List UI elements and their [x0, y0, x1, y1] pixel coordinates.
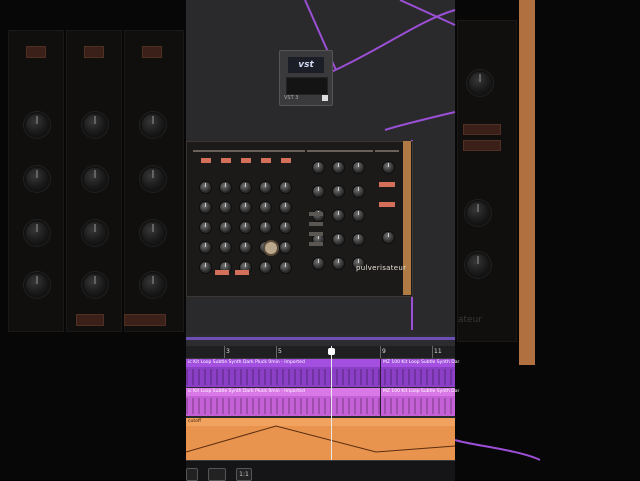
master-section: [375, 150, 399, 152]
sync-button[interactable]: [215, 270, 229, 275]
wave-selector[interactable]: [309, 232, 323, 236]
timeline-ruler[interactable]: 3 5 9 11: [186, 346, 455, 359]
wave-selector[interactable]: [309, 242, 323, 246]
osc-button[interactable]: [201, 158, 211, 163]
osc-knob[interactable]: [200, 262, 211, 273]
mod-knob[interactable]: [353, 162, 364, 173]
osc-button[interactable]: [281, 158, 291, 163]
osc-knob[interactable]: [220, 182, 231, 193]
vst-module[interactable]: vst VST 3: [279, 50, 333, 106]
osc-knob[interactable]: [280, 262, 291, 273]
timeline-footer: [186, 460, 455, 481]
osc-knob[interactable]: [200, 182, 211, 193]
osc-knob[interactable]: [240, 242, 251, 253]
mod-knob[interactable]: [333, 210, 344, 221]
playhead[interactable]: [331, 346, 332, 466]
footer-button[interactable]: [208, 468, 226, 481]
osc-knob[interactable]: [200, 202, 211, 213]
osc-knob[interactable]: [240, 202, 251, 213]
vst-power-icon[interactable]: [322, 95, 328, 101]
mod-knob[interactable]: [333, 186, 344, 197]
playhead-handle[interactable]: [328, 348, 335, 355]
mod-knob[interactable]: [313, 186, 324, 197]
osc-button[interactable]: [241, 158, 251, 163]
mod-knob[interactable]: [333, 162, 344, 173]
osc-knob[interactable]: [200, 242, 211, 253]
mod-knob[interactable]: [333, 234, 344, 245]
clip-pink-loop[interactable]: ic Kit Loop Subtle Synth Dark Pluck 0min…: [186, 388, 459, 416]
overview-selection[interactable]: [186, 337, 455, 340]
clip-label: ic Kit Loop Subtle Synth Dark Pluck 0min…: [188, 389, 305, 394]
bar-number: 5: [278, 348, 282, 355]
selector-knob[interactable]: [265, 242, 277, 254]
osc-knob[interactable]: [260, 202, 271, 213]
footer-button[interactable]: [186, 468, 198, 481]
modulation-section: [307, 150, 373, 152]
osc-knob[interactable]: [280, 242, 291, 253]
mod-knob[interactable]: [353, 210, 364, 221]
clip-label: ic Kit Loop Subtle Synth Dark Pluck 0min…: [188, 360, 305, 365]
synth-brand: pulverisateur: [356, 264, 407, 272]
bar-number: 9: [382, 348, 386, 355]
osc-knob[interactable]: [260, 182, 271, 193]
osc-knob[interactable]: [280, 222, 291, 233]
wave-selector[interactable]: [309, 222, 323, 226]
mod-knob[interactable]: [313, 258, 324, 269]
sync-button[interactable]: [235, 270, 249, 275]
vst-logo: vst: [288, 57, 324, 73]
osc-knob[interactable]: [280, 182, 291, 193]
zoom-button[interactable]: 1:1: [236, 468, 252, 481]
osc-knob[interactable]: [220, 222, 231, 233]
mod-knob[interactable]: [353, 234, 364, 245]
wave-selector[interactable]: [309, 212, 323, 216]
vst-screen: [286, 77, 328, 95]
clip-label: MZ 100 Kit Loop Subtle Synth Dar: [383, 360, 460, 365]
mod-knob[interactable]: [353, 186, 364, 197]
synth-module[interactable]: [186, 141, 413, 297]
bar-number: 11: [434, 348, 442, 355]
mod-knob[interactable]: [333, 258, 344, 269]
mod-knob[interactable]: [313, 162, 324, 173]
master-knob[interactable]: [383, 232, 394, 243]
osc-button[interactable]: [261, 158, 271, 163]
osc-button[interactable]: [221, 158, 231, 163]
osc-knob[interactable]: [260, 222, 271, 233]
osc-knob[interactable]: [240, 182, 251, 193]
arrangement-overview[interactable]: [186, 334, 455, 346]
vst-label: VST 3: [284, 95, 299, 101]
master-button[interactable]: [379, 182, 395, 187]
osc-knob[interactable]: [220, 202, 231, 213]
automation-clip[interactable]: cutoff: [186, 418, 455, 460]
master-knob[interactable]: [383, 162, 394, 173]
automation-envelope[interactable]: [186, 418, 455, 460]
clip-purple-loop[interactable]: ic Kit Loop Subtle Synth Dark Pluck 0min…: [186, 359, 459, 387]
bar-number: 3: [226, 348, 230, 355]
osc-knob[interactable]: [280, 202, 291, 213]
master-button[interactable]: [379, 202, 395, 207]
clip-label: MZ 100 Kit Loop Subtle Synth Dar: [383, 389, 460, 394]
osc-knob[interactable]: [260, 262, 271, 273]
osc-knob[interactable]: [200, 222, 211, 233]
oscillator-section: [193, 150, 305, 152]
osc-knob[interactable]: [220, 242, 231, 253]
osc-knob[interactable]: [240, 222, 251, 233]
